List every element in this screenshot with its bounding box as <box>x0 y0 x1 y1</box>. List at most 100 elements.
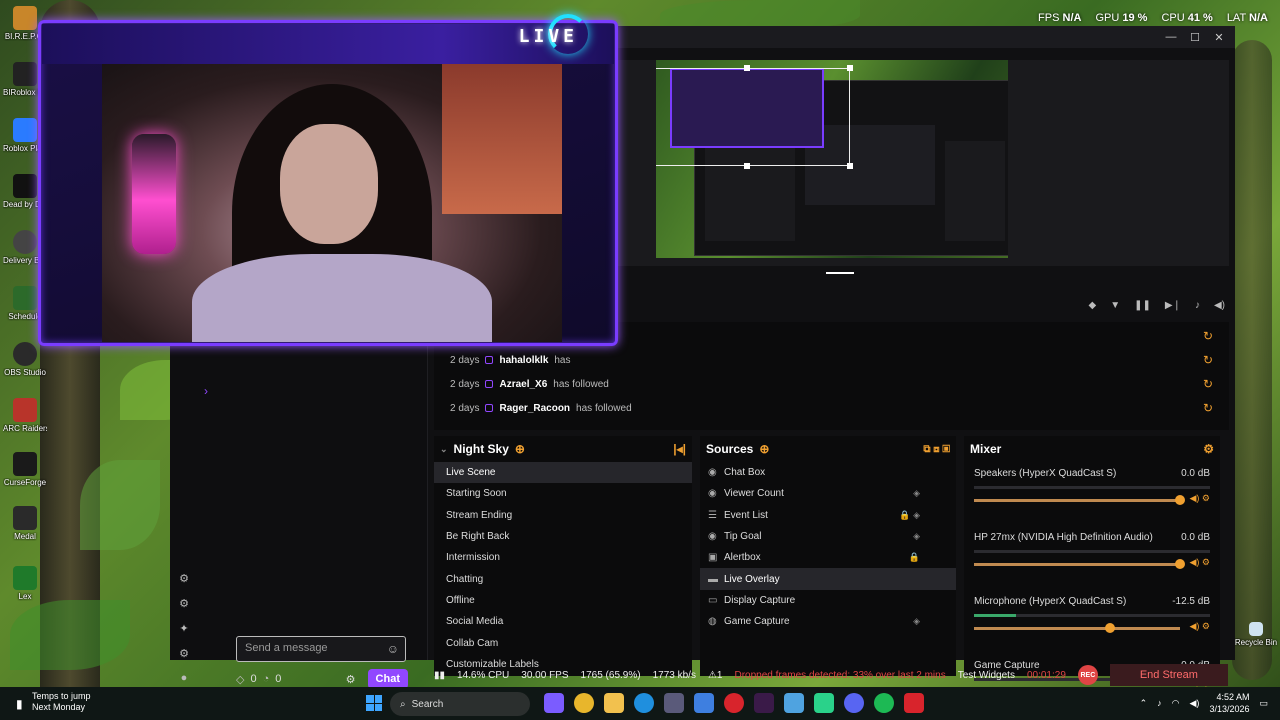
test-widgets-button[interactable]: Test Widgets <box>958 670 1015 681</box>
clock[interactable]: 4:52 AM 3/13/2026 <box>1209 691 1249 715</box>
dropped-frames-warning[interactable]: Dropped frames detected: 33% over last 2… <box>734 670 945 681</box>
mixer-settings-icon[interactable]: ⚙ <box>1203 442 1214 456</box>
source-item[interactable]: ▭ Display Capture <box>700 590 956 611</box>
bell-icon[interactable]: ♪ <box>1195 300 1200 318</box>
app-purple-icon[interactable] <box>754 693 774 713</box>
source-item[interactable]: ▬ Live Overlay <box>700 568 956 590</box>
sparkle-icon[interactable]: ✦ <box>176 622 192 635</box>
shield-app-icon[interactable] <box>664 693 684 713</box>
start-button[interactable] <box>366 695 382 711</box>
rec-button[interactable]: REC <box>1077 665 1098 685</box>
scene-item[interactable]: Offline <box>434 590 692 611</box>
desktop-icon-recycle-bin[interactable]: Recycle Bin <box>1234 622 1278 647</box>
expand-chevron-icon[interactable]: › <box>204 384 208 398</box>
streamlabs-icon[interactable] <box>904 693 924 713</box>
slider-knob[interactable] <box>1104 622 1115 633</box>
bits-icon[interactable]: ◔ <box>263 673 270 685</box>
mute-icon[interactable]: ◀) ⚙ <box>1190 621 1211 632</box>
volume-slider[interactable]: ◀) ⚙ <box>974 621 1210 635</box>
dock-splitter[interactable] <box>826 272 854 274</box>
file-explorer-icon[interactable] <box>604 693 624 713</box>
source-item[interactable]: ☰ Event List 🔒 ◈ <box>700 505 956 526</box>
close-button[interactable]: ✕ <box>1209 31 1229 44</box>
emoji-icon[interactable]: ☺ <box>387 642 399 656</box>
user-icon[interactable]: ● <box>176 672 192 684</box>
chat-message-input[interactable]: Send a message ☺ <box>236 636 406 662</box>
scene-item[interactable]: Intermission <box>434 547 692 568</box>
preview-canvas[interactable] <box>656 60 1008 258</box>
add-source-icon[interactable]: ⊕ <box>759 442 769 456</box>
source-flags-icons[interactable]: 🔒 ◈ <box>899 510 920 521</box>
shield-icon[interactable]: ◆ <box>1089 300 1097 318</box>
mute-icon[interactable]: ◀) ⚙ <box>1190 493 1211 504</box>
source-item[interactable]: ◉ Chat Box <box>700 462 956 483</box>
replay-icon[interactable]: ↻ <box>1203 329 1213 343</box>
maximize-button[interactable]: ☐ <box>1185 31 1205 44</box>
slider-knob[interactable] <box>1175 558 1185 569</box>
source-tools-icons[interactable]: ⧉ ⧈ ▣ <box>923 444 950 455</box>
mod-tool-icon-2[interactable]: ⚙ <box>176 597 192 610</box>
mail-icon[interactable] <box>694 693 714 713</box>
wifi-icon[interactable]: ◠ <box>1172 698 1180 709</box>
channel-points-icon[interactable]: ◇ <box>236 673 244 686</box>
desktop-icon-arc-raiders[interactable]: ARC Raiders <box>3 398 47 433</box>
mic-icon[interactable]: ♪ <box>1157 698 1162 708</box>
source-flags-icons[interactable]: ◈ <box>913 488 920 499</box>
pause-icon[interactable]: ❚❚ <box>1134 300 1151 318</box>
edge-icon[interactable] <box>634 693 654 713</box>
add-scene-icon[interactable]: ⊕ <box>515 442 525 456</box>
chat-settings-icon[interactable]: ⚙ <box>346 673 356 686</box>
scene-item[interactable]: Chatting <box>434 568 692 589</box>
photos-icon[interactable] <box>784 693 804 713</box>
mod-tool-icon[interactable]: ⚙ <box>176 572 192 585</box>
app-green-icon[interactable] <box>814 693 834 713</box>
weather-widget[interactable]: Temps to jump Next Monday <box>32 691 91 713</box>
filter-icon[interactable]: ▼ <box>1110 300 1120 318</box>
transition-icon[interactable]: |◂| <box>673 442 686 456</box>
scene-item[interactable]: Be Right Back <box>434 526 692 547</box>
warning-icon[interactable]: ⚠1 <box>708 670 723 681</box>
chat-send-button[interactable]: Chat <box>367 669 408 689</box>
slider-knob[interactable] <box>1175 494 1185 505</box>
resize-handle[interactable] <box>744 163 750 169</box>
scene-item[interactable]: Collab Cam <box>434 632 692 653</box>
scene-collection-title[interactable]: Night Sky <box>454 442 509 456</box>
resize-handle[interactable] <box>744 65 750 71</box>
source-flags-icons[interactable]: ◈ <box>913 616 920 627</box>
app-red-icon[interactable] <box>724 693 744 713</box>
source-item[interactable]: ◍ Game Capture ◈ <box>700 611 956 632</box>
desktop-icon-lex[interactable]: Lex <box>3 566 47 601</box>
resize-handle[interactable] <box>847 65 853 71</box>
speaker-icon[interactable]: ◀) <box>1190 698 1200 709</box>
chrome-icon[interactable] <box>574 693 594 713</box>
stats-icon[interactable]: ▮▮ <box>434 670 445 681</box>
desktop-icon-medal[interactable]: Medal <box>3 506 47 541</box>
volume-slider[interactable]: ◀) ⚙ <box>974 493 1210 507</box>
webcam-overlay[interactable]: LIVE <box>38 14 618 346</box>
scene-item[interactable]: Live Scene <box>434 462 692 484</box>
collapse-chevron-icon[interactable]: ⌄ <box>440 444 448 455</box>
notification-icon[interactable]: ▭ <box>1259 698 1268 709</box>
desktop-icon-obs[interactable]: OBS Studio <box>3 342 47 377</box>
mute-icon[interactable]: ◀) ⚙ <box>1190 557 1211 568</box>
source-flags-icons[interactable]: ◈ <box>913 531 920 542</box>
tray-chevron-icon[interactable]: ⌃ <box>1140 698 1148 709</box>
selection-box[interactable] <box>656 68 850 166</box>
scene-item[interactable]: Stream Ending <box>434 505 692 526</box>
source-item[interactable]: ▣ Alertbox 🔒 <box>700 547 956 568</box>
scene-item[interactable]: Starting Soon <box>434 483 692 504</box>
skip-icon[interactable]: ▶❘ <box>1165 300 1181 318</box>
minimize-button[interactable]: — <box>1161 31 1181 43</box>
end-stream-button[interactable]: End Stream <box>1109 664 1228 686</box>
copilot-icon[interactable] <box>544 693 564 713</box>
replay-icon[interactable]: ↻ <box>1203 377 1213 391</box>
source-item[interactable]: ◉ Viewer Count ◈ <box>700 483 956 504</box>
source-flags-icons[interactable]: 🔒 <box>909 552 920 563</box>
taskbar-search[interactable]: ⌕ Search <box>390 692 530 716</box>
desktop-icon-curseforge[interactable]: CurseForge <box>3 452 47 487</box>
volume-slider[interactable]: ◀) ⚙ <box>974 557 1210 571</box>
settings-gear-icon[interactable]: ⚙ <box>176 647 192 660</box>
discord-icon[interactable] <box>844 693 864 713</box>
resize-handle[interactable] <box>847 163 853 169</box>
scene-item[interactable]: Social Media <box>434 611 692 632</box>
